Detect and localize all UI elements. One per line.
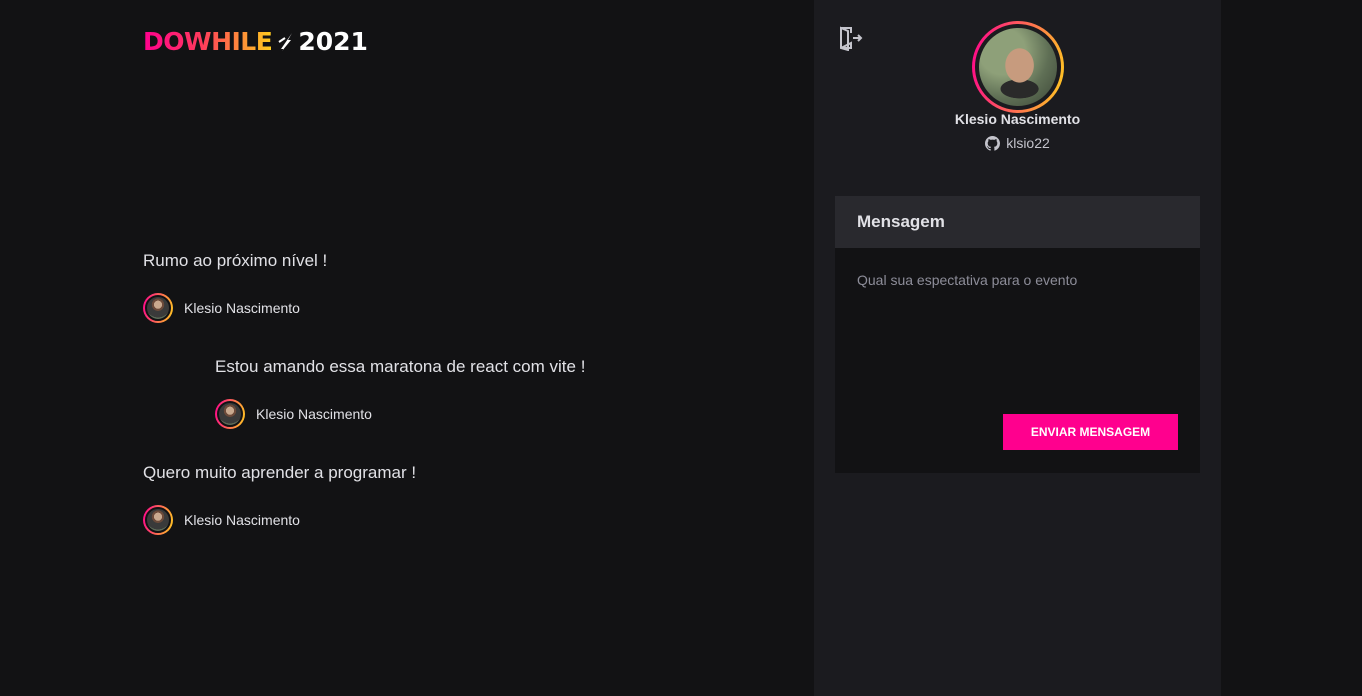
sign-out-button[interactable] [836, 24, 864, 52]
logo-lightning-icon [278, 32, 294, 52]
message-user: Klesio Nascimento [215, 399, 585, 429]
profile-avatar [972, 21, 1064, 113]
avatar [143, 505, 173, 535]
message-item: Rumo ao próximo nível ! Klesio Nasciment… [143, 251, 327, 323]
send-message-button[interactable]: ENVIAR MENSAGEM [1003, 414, 1178, 450]
avatar-image [145, 507, 171, 533]
github-icon [985, 135, 1001, 151]
message-content: Rumo ao próximo nível ! [143, 251, 328, 270]
message-author: Klesio Nascimento [184, 300, 300, 316]
message-content: Estou amando essa maratona de react com … [215, 357, 586, 376]
message-item: Quero muito aprender a programar ! Klesi… [143, 463, 416, 535]
message-user: Klesio Nascimento [143, 505, 416, 535]
avatar [143, 293, 173, 323]
page-background-right [1221, 0, 1362, 696]
message-form: Mensagem ENVIAR MENSAGEM [835, 196, 1200, 473]
message-item: Estou amando essa maratona de react com … [215, 357, 585, 429]
message-author: Klesio Nascimento [256, 406, 372, 422]
message-user: Klesio Nascimento [143, 293, 327, 323]
message-list-pane [0, 0, 814, 696]
message-author: Klesio Nascimento [184, 512, 300, 528]
avatar-image [145, 295, 171, 321]
profile-photo [975, 24, 1061, 110]
logo-year-text: 2021 [298, 27, 368, 56]
avatar [215, 399, 245, 429]
sign-out-icon [840, 26, 863, 51]
github-username: klsio22 [1006, 135, 1050, 151]
logo-brand-text: DOWHILE [143, 27, 273, 56]
profile-name: Klesio Nascimento [954, 111, 1081, 127]
message-content: Quero muito aprender a programar ! [143, 463, 417, 482]
message-form-title: Mensagem [835, 196, 1200, 248]
profile-github: klsio22 [814, 135, 1221, 151]
avatar-image [217, 401, 243, 427]
dowhile-logo: DOWHILE 2021 [143, 28, 368, 56]
